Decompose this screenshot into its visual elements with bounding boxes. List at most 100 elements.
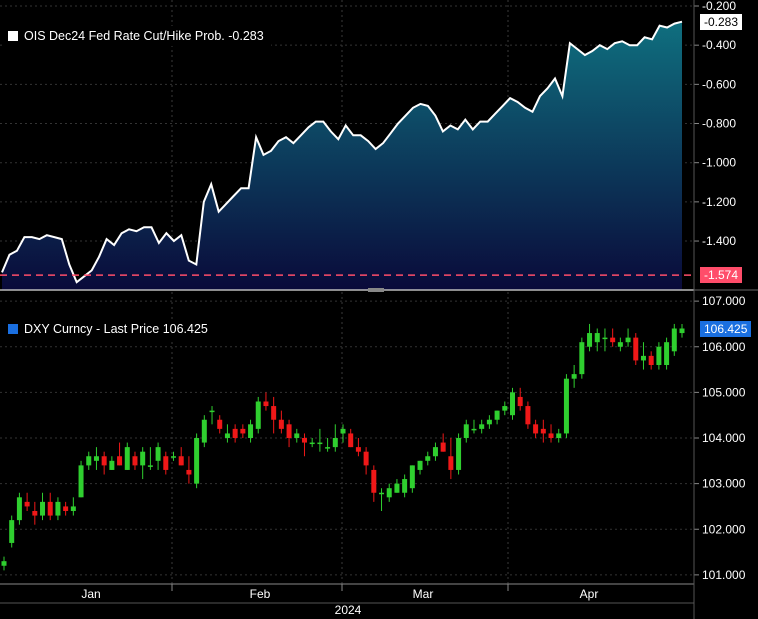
candle-body-7 [55, 501, 61, 516]
candle-body-45 [348, 433, 354, 448]
candle-body-68 [525, 406, 531, 425]
candle-body-39 [301, 438, 307, 443]
candle-body-40 [309, 442, 315, 445]
candle-body-22 [171, 456, 176, 458]
candle-body-17 [132, 456, 138, 466]
candle-body-8 [63, 506, 69, 511]
candle-body-27 [209, 410, 215, 413]
candle-body-58 [448, 456, 454, 470]
candle-body-55 [425, 456, 431, 461]
bottom-ytick-label-1: 102.000 [702, 522, 746, 536]
candle-body-18 [140, 451, 146, 466]
candle-body-48 [371, 469, 377, 493]
dxy-legend-label: DXY Curncy - Last Price 106.425 [24, 322, 208, 336]
top-ytick-label-2: -0.600 [702, 77, 736, 91]
candle-body-43 [332, 438, 338, 448]
candle-body-2 [16, 497, 22, 521]
x-tick-label-mar: Mar [413, 587, 434, 601]
candle-body-69 [533, 424, 539, 434]
candle-body-72 [556, 433, 562, 438]
ois-reference-value-tag: -1.574 [700, 267, 743, 284]
candle-body-4 [32, 511, 38, 516]
candle-body-53 [409, 465, 415, 489]
candle-body-54 [417, 460, 423, 470]
candle-body-64 [494, 410, 500, 420]
candle-body-51 [394, 483, 400, 493]
candle-body-85 [656, 346, 662, 365]
candle-body-20 [155, 447, 161, 461]
bottom-ytick-label-6: 107.000 [702, 294, 746, 308]
candle-body-66 [510, 392, 515, 416]
candle-body-73 [563, 378, 569, 434]
candle-body-47 [363, 451, 369, 466]
candle-body-61 [471, 428, 477, 431]
candle-body-82 [633, 337, 639, 361]
top-ytick-label-3: -0.800 [702, 117, 736, 131]
x-tick-label-feb: Feb [250, 587, 271, 601]
candle-body-52 [402, 479, 408, 493]
candle-body-16 [124, 447, 130, 470]
candle-body-74 [571, 374, 577, 379]
candle-body-10 [78, 465, 84, 498]
candle-body-79 [610, 337, 616, 343]
candle-body-59 [456, 438, 462, 470]
x-tick-label-apr: Apr [580, 587, 599, 601]
bottom-ytick-label-4: 105.000 [702, 385, 746, 399]
bottom-ytick-label-0: 101.000 [702, 568, 746, 582]
ois-last-value-tag: -0.283 [700, 13, 743, 30]
candle-body-42 [325, 447, 331, 449]
candle-body-32 [248, 424, 254, 438]
candle-body-36 [278, 419, 284, 429]
candle-body-75 [579, 342, 585, 375]
candle-body-12 [93, 456, 99, 461]
top-ytick-label-6: -1.400 [702, 234, 736, 248]
candle-body-25 [194, 438, 200, 484]
candle-body-13 [101, 456, 107, 466]
candle-body-5 [40, 501, 46, 516]
candle-body-6 [47, 501, 53, 516]
candle-body-67 [517, 396, 523, 407]
candle-body-23 [178, 456, 184, 466]
candle-body-71 [548, 433, 554, 438]
candle-body-24 [186, 469, 192, 475]
bottom-ytick-label-2: 103.000 [702, 477, 746, 491]
candle-body-3 [24, 501, 30, 507]
candle-body-14 [109, 460, 115, 470]
candle-body-19 [147, 465, 153, 467]
panel-resize-handle[interactable] [368, 288, 384, 292]
candle-body-29 [224, 433, 230, 438]
candle-body-56 [432, 447, 438, 457]
candle-body-63 [486, 419, 492, 425]
candle-body-34 [263, 401, 269, 407]
candle-body-44 [340, 428, 346, 434]
candle-body-80 [617, 342, 623, 347]
x-tick-label-jan: Jan [81, 587, 100, 601]
candle-body-77 [594, 333, 600, 343]
candle-body-28 [217, 419, 223, 429]
candle-body-50 [386, 488, 392, 498]
candle-body-86 [664, 342, 670, 365]
ois-legend-swatch [8, 31, 18, 41]
top-ytick-label-4: -1.000 [702, 156, 736, 170]
ois-legend-label: OIS Dec24 Fed Rate Cut/Hike Prob. -0.283 [24, 29, 264, 43]
dxy-legend: DXY Curncy - Last Price 106.425 [2, 319, 215, 339]
candle-body-37 [286, 424, 292, 438]
chart-canvas: -0.200 -0.400 -0.600 -0.800 -1.000 -1.200 -1.4… [0, 0, 758, 619]
dxy-last-value-tag: 106.425 [700, 320, 752, 337]
candle-body-70 [540, 428, 546, 434]
candle-body-83 [640, 355, 646, 361]
candle-body-76 [587, 333, 593, 347]
candle-body-11 [86, 456, 92, 466]
candle-body-87 [671, 328, 677, 352]
candle-body-0 [1, 561, 7, 566]
candle-body-78 [602, 337, 608, 340]
x-year-label: 2024 [335, 603, 362, 617]
candle-body-84 [648, 355, 654, 365]
candle-body-9 [70, 506, 76, 511]
candle-body-62 [479, 424, 485, 429]
top-ytick-label-0: -0.200 [702, 0, 736, 13]
candle-body-38 [294, 433, 300, 438]
top-ytick-label-1: -0.400 [702, 38, 736, 52]
candle-body-60 [463, 424, 469, 438]
candle-body-30 [232, 428, 238, 438]
